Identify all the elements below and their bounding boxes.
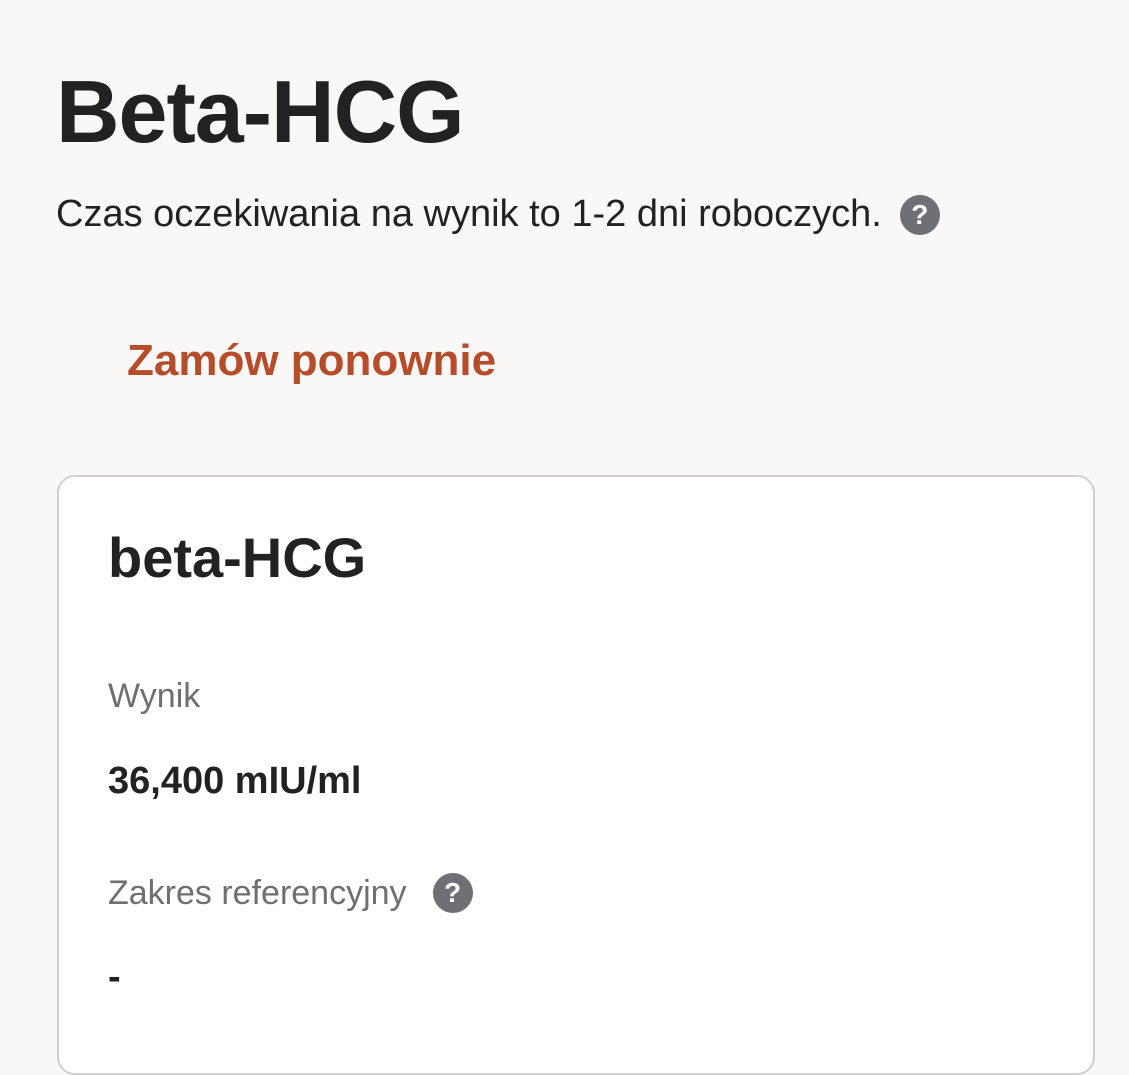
- result-label: Wynik: [108, 677, 201, 715]
- page-title: Beta-HCG: [56, 62, 465, 161]
- test-result-page: Beta-HCG Czas oczekiwania na wynik to 1-…: [0, 0, 1129, 1075]
- result-card: beta-HCG Wynik 36,400 mIU/ml Zakres refe…: [57, 475, 1095, 1075]
- wait-time-text: Czas oczekiwania na wynik to 1-2 dni rob…: [56, 193, 882, 235]
- question-mark-icon[interactable]: ?: [899, 194, 940, 235]
- reference-range-value: -: [108, 956, 121, 998]
- result-value: 36,400 mIU/ml: [108, 760, 362, 802]
- question-mark-icon[interactable]: ?: [432, 873, 473, 914]
- reference-range-label: Zakres referencyjny: [108, 874, 407, 912]
- reference-range-row: Zakres referencyjny ?: [108, 873, 473, 914]
- test-name: beta-HCG: [108, 526, 367, 589]
- wait-time-row: Czas oczekiwania na wynik to 1-2 dni rob…: [56, 192, 940, 238]
- reorder-button[interactable]: Zamów ponownie: [127, 336, 496, 386]
